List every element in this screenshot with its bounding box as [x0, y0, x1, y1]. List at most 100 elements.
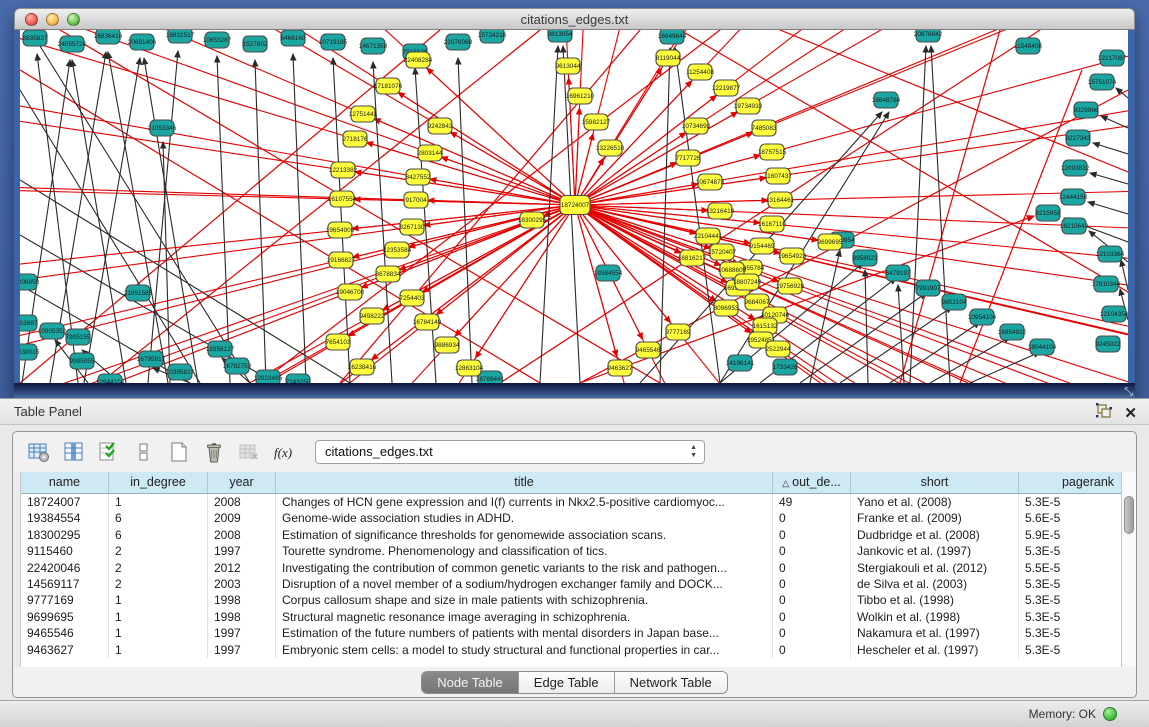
graph-node[interactable]: 12104354: [1100, 306, 1128, 322]
table-cell[interactable]: 1: [109, 625, 208, 641]
show-column-icon[interactable]: [62, 440, 86, 464]
graph-node[interactable]: 9699695: [818, 234, 843, 250]
graph-node[interactable]: 16816217: [678, 250, 707, 266]
table-cell[interactable]: Estimation of significance thresholds fo…: [276, 527, 773, 543]
graph-node[interactable]: 9886934: [435, 337, 460, 353]
graph-node[interactable]: 7254403: [400, 290, 425, 306]
graph-node[interactable]: 8678834: [376, 266, 401, 282]
table-cell[interactable]: 9115460: [21, 543, 109, 559]
graph-node[interactable]: 10395817: [166, 364, 195, 380]
graph-node[interactable]: 19734933: [734, 98, 763, 114]
float-panel-icon[interactable]: [1096, 403, 1112, 424]
function-builder-icon[interactable]: f(x): [272, 440, 296, 464]
graph-node[interactable]: 17181076: [374, 78, 403, 94]
column-header-short[interactable]: short: [851, 472, 1019, 493]
table-row[interactable]: 1830029562008Estimation of significance …: [21, 527, 1121, 543]
graph-node[interactable]: 9465546: [636, 342, 661, 358]
graph-node[interactable]: 1733426: [773, 359, 798, 375]
graph-node[interactable]: 10734693: [682, 118, 711, 134]
select-rows-icon[interactable]: [97, 440, 121, 464]
table-row[interactable]: 946554611997Estimation of the future num…: [21, 625, 1121, 641]
tab-node-table[interactable]: Node Table: [422, 672, 519, 693]
graph-node[interactable]: 8427552: [406, 169, 431, 185]
table-cell[interactable]: 5.3E-5: [1019, 543, 1121, 559]
graph-node[interactable]: 7905155: [66, 329, 91, 345]
graph-node[interactable]: 12093832: [1061, 160, 1090, 176]
table-cell[interactable]: 2: [109, 560, 208, 576]
table-cell[interactable]: 5.3E-5: [1019, 642, 1121, 658]
table-cell[interactable]: 0: [773, 642, 851, 658]
table-cell[interactable]: Stergiakouli et al. (2012): [851, 560, 1019, 576]
graph-node[interactable]: 16784149: [413, 314, 442, 330]
table-cell[interactable]: 22420046: [21, 560, 109, 576]
table-mode-icon[interactable]: [27, 440, 51, 464]
graph-node[interactable]: 8835827: [23, 30, 48, 46]
table-cell[interactable]: 5.6E-5: [1019, 510, 1121, 526]
table-cell[interactable]: 49: [773, 494, 851, 510]
graph-node[interactable]: 15720407: [708, 244, 737, 260]
table-cell[interactable]: 1997: [208, 543, 276, 559]
tab-network-table[interactable]: Network Table: [615, 672, 727, 693]
graph-node[interactable]: 9154469: [750, 238, 775, 254]
column-header-title[interactable]: title: [276, 472, 773, 493]
table-cell[interactable]: 5.3E-5: [1019, 494, 1121, 510]
table-cell[interactable]: Disruption of a novel member of a sodium…: [276, 576, 773, 592]
graph-node[interactable]: 8215958: [1036, 205, 1061, 221]
graph-node[interactable]: 16782753: [223, 358, 252, 374]
graph-node[interactable]: 12444158: [1059, 189, 1088, 205]
table-cell[interactable]: Jankovic et al. (1997): [851, 543, 1019, 559]
graph-node[interactable]: 14196141: [726, 355, 755, 371]
table-cell[interactable]: Genome-wide association studies in ADHD.: [276, 510, 773, 526]
new-table-icon[interactable]: [167, 440, 191, 464]
close-panel-icon[interactable]: ✕: [1124, 405, 1137, 423]
graph-node[interactable]: 13164461: [766, 192, 795, 208]
table-cell[interactable]: 14569117: [21, 576, 109, 592]
graph-node[interactable]: 7243250: [286, 374, 311, 383]
table-cell[interactable]: 5.9E-5: [1019, 527, 1121, 543]
graph-node[interactable]: 2718176: [343, 131, 368, 147]
graph-node[interactable]: 21053346: [148, 120, 177, 136]
graph-node[interactable]: 25206950: [20, 274, 40, 290]
graph-node[interactable]: 8958923: [853, 250, 878, 266]
column-header-out-de-[interactable]: △out_de...: [773, 472, 851, 493]
graph-node[interactable]: 14671358: [359, 38, 388, 54]
table-cell[interactable]: Franke et al. (2009): [851, 510, 1019, 526]
tab-edge-table[interactable]: Edge Table: [519, 672, 615, 693]
graph-node[interactable]: 2803144: [418, 145, 443, 161]
graph-node[interactable]: 6479197: [886, 265, 911, 281]
graph-node[interactable]: 9463627: [608, 360, 633, 376]
graph-node[interactable]: 22076068: [444, 34, 473, 50]
table-cell[interactable]: 0: [773, 609, 851, 625]
column-header-in-degree[interactable]: in_degree: [109, 472, 208, 493]
graph-node[interactable]: 12863104: [455, 360, 484, 376]
graph-node[interactable]: 16954922: [998, 324, 1027, 340]
table-cell[interactable]: 1: [109, 494, 208, 510]
table-cell[interactable]: Wolkin et al. (1998): [851, 609, 1019, 625]
graph-node[interactable]: 15982127: [582, 114, 611, 130]
graph-node[interactable]: 7485083: [752, 120, 777, 136]
cell-pair-icon[interactable]: [132, 440, 156, 464]
table-cell[interactable]: 0: [773, 625, 851, 641]
graph-node[interactable]: 9613044: [556, 58, 581, 74]
table-cell[interactable]: 2003: [208, 576, 276, 592]
table-row[interactable]: 1938455462009Genome-wide association stu…: [21, 510, 1121, 526]
table-cell[interactable]: 9465546: [21, 625, 109, 641]
graph-node[interactable]: 11254408: [686, 64, 714, 80]
graph-node[interactable]: 9852104: [942, 294, 967, 310]
table-cell[interactable]: Yano et al. (2008): [851, 494, 1019, 510]
graph-node[interactable]: 16210643: [1060, 218, 1089, 234]
graph-node[interactable]: 15751074: [1088, 74, 1117, 90]
table-cell[interactable]: 19384554: [21, 510, 109, 526]
graph-node[interactable]: 1903887: [20, 315, 38, 331]
graph-node[interactable]: 917004: [404, 192, 428, 208]
table-cell[interactable]: 2008: [208, 527, 276, 543]
graph-node[interactable]: 7991907: [916, 280, 941, 296]
graph-node[interactable]: 9329966: [1074, 102, 1099, 118]
graph-node[interactable]: 11548408: [1014, 38, 1042, 54]
table-cell[interactable]: Estimation of the future numbers of pati…: [276, 625, 773, 641]
table-cell[interactable]: 5.3E-5: [1019, 592, 1121, 608]
table-cell[interactable]: 2012: [208, 560, 276, 576]
graph-node[interactable]: 18807249: [733, 274, 762, 290]
graph-node[interactable]: 22408284: [404, 52, 433, 68]
table-cell[interactable]: de Silva et al. (2003): [851, 576, 1019, 592]
